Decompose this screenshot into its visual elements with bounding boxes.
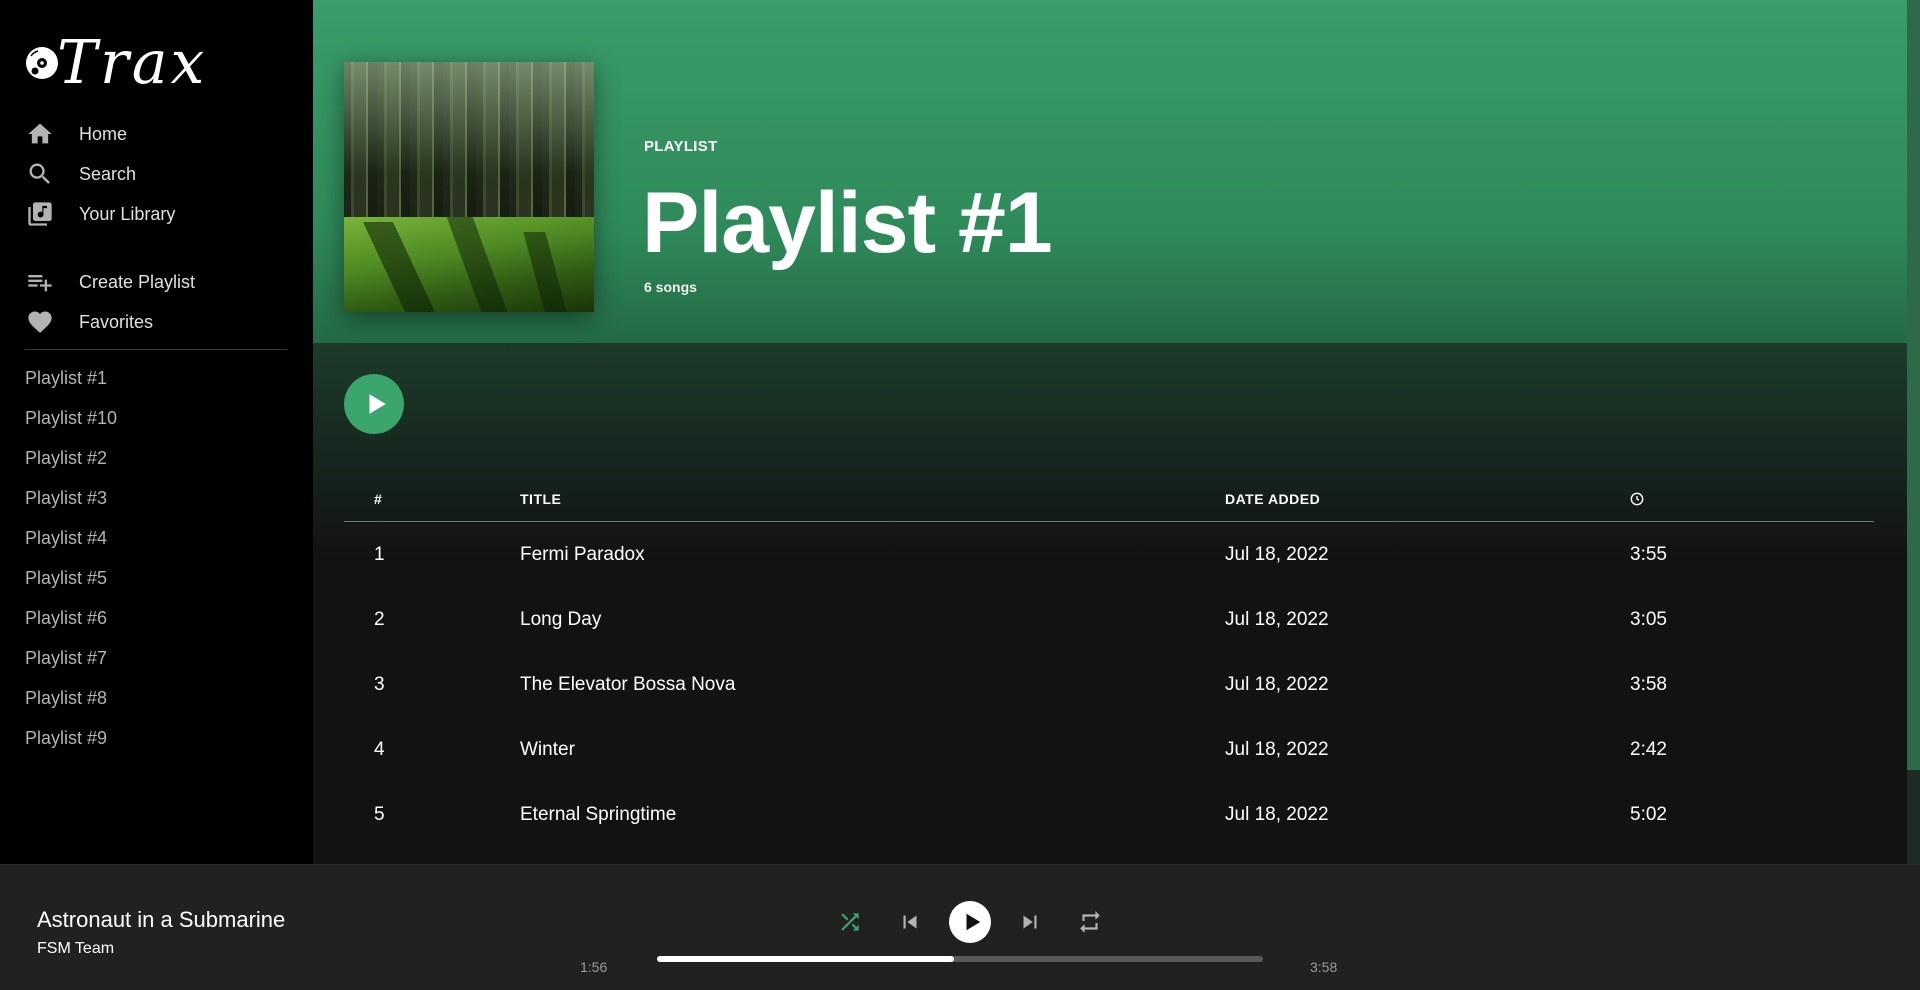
column-header-number: # xyxy=(374,490,383,507)
skip-previous-icon xyxy=(903,915,917,929)
track-number: 2 xyxy=(374,608,385,630)
track-title: Winter xyxy=(520,738,575,760)
heart-icon xyxy=(25,307,55,337)
page-title: Playlist #1 xyxy=(642,175,1053,271)
home-icon xyxy=(25,119,55,149)
shuffle-icon xyxy=(841,913,859,931)
play-pause-button[interactable] xyxy=(949,901,991,943)
previous-button[interactable] xyxy=(880,901,940,943)
track-date-added: Jul 18, 2022 xyxy=(1225,543,1329,565)
shuffle-button[interactable] xyxy=(820,901,880,943)
sidebar-item-label: Home xyxy=(79,123,128,144)
track-duration: 2:42 xyxy=(1630,738,1667,760)
scrollbar-thumb[interactable] xyxy=(1907,0,1920,770)
track-number: 4 xyxy=(374,738,385,760)
sidebar-item-library[interactable]: Your Library xyxy=(25,194,287,234)
playlist-type-label: PLAYLIST xyxy=(644,138,718,155)
main-content: PLAYLIST Playlist #1 6 songs # TITLE DAT… xyxy=(313,0,1907,864)
sidebar-playlist-item[interactable]: Playlist #5 xyxy=(25,558,287,598)
library-icon xyxy=(25,199,55,229)
track-number: 1 xyxy=(374,543,385,565)
sidebar-item-label: Search xyxy=(79,163,137,184)
sidebar-playlist-item[interactable]: Playlist #3 xyxy=(25,478,287,518)
playlist-add-icon xyxy=(25,267,55,297)
track-date-added: Jul 18, 2022 xyxy=(1225,673,1329,695)
track-title: The Elevator Bossa Nova xyxy=(520,673,736,695)
column-header-title: TITLE xyxy=(520,490,562,507)
track-title: Eternal Springtime xyxy=(520,803,677,825)
sidebar-divider xyxy=(25,349,287,350)
progress-bar[interactable] xyxy=(657,956,1263,962)
search-icon xyxy=(25,159,55,189)
table-header: # TITLE DATE ADDED xyxy=(344,476,1874,522)
sidebar-playlist-item[interactable]: Playlist #4 xyxy=(25,518,287,558)
table-row[interactable]: 4 Winter Jul 18, 2022 2:42 xyxy=(344,717,1874,782)
sidebar-playlist-item[interactable]: Playlist #8 xyxy=(25,678,287,718)
sidebar-playlist-item[interactable]: Playlist #9 xyxy=(25,718,287,758)
next-button[interactable] xyxy=(1000,901,1060,943)
total-time: 3:58 xyxy=(1310,959,1338,975)
track-duration: 3:55 xyxy=(1630,543,1667,565)
songs-table: # TITLE DATE ADDED 1 Fermi Paradox Jul 1… xyxy=(344,476,1874,847)
sidebar-playlist-item[interactable]: Playlist #6 xyxy=(25,598,287,638)
sidebar-item-label: Your Library xyxy=(79,203,176,224)
track-duration: 3:58 xyxy=(1630,673,1667,695)
track-date-added: Jul 18, 2022 xyxy=(1225,738,1329,760)
track-title: Long Day xyxy=(520,608,602,630)
player-bar: Astronaut in a Submarine FSM Team 1:56 3… xyxy=(0,864,1920,990)
table-row[interactable]: 1 Fermi Paradox Jul 18, 2022 3:55 xyxy=(344,522,1874,587)
track-title: Fermi Paradox xyxy=(520,543,645,565)
sidebar-playlist-item[interactable]: Playlist #7 xyxy=(25,638,287,678)
table-row[interactable]: 5 Eternal Springtime Jul 18, 2022 5:02 xyxy=(344,782,1874,847)
now-playing-title: Astronaut in a Submarine xyxy=(37,907,286,932)
vinyl-record-icon xyxy=(26,47,58,79)
sidebar-item-search[interactable]: Search xyxy=(25,154,287,194)
track-duration: 5:02 xyxy=(1630,803,1667,825)
play-icon xyxy=(966,913,980,931)
track-date-added: Jul 18, 2022 xyxy=(1225,608,1329,630)
sidebar-playlist-list: Playlist #1 Playlist #10 Playlist #2 Pla… xyxy=(25,358,287,758)
create-playlist-button[interactable]: Create Playlist xyxy=(25,262,287,302)
skip-next-icon xyxy=(1023,915,1037,929)
track-duration: 3:05 xyxy=(1630,608,1667,630)
track-number: 3 xyxy=(374,673,385,695)
track-number: 5 xyxy=(374,803,385,825)
clock-icon xyxy=(1630,492,1644,505)
repeat-button[interactable] xyxy=(1060,901,1120,943)
now-playing-artist: FSM Team xyxy=(37,940,115,957)
repeat-icon xyxy=(1080,911,1100,933)
app-logo-text: Trax xyxy=(57,28,208,98)
sidebar-playlist-item[interactable]: Playlist #10 xyxy=(25,398,287,438)
play-icon xyxy=(369,394,386,414)
progress-fill xyxy=(657,956,954,962)
playlist-cover-image xyxy=(344,62,594,312)
sidebar-playlist-item[interactable]: Playlist #1 xyxy=(25,358,287,398)
playback-controls xyxy=(820,901,1120,943)
table-row[interactable]: 3 The Elevator Bossa Nova Jul 18, 2022 3… xyxy=(344,652,1874,717)
sidebar-nav: Home Search Your Library Create Playlist… xyxy=(25,114,287,342)
column-header-date: DATE ADDED xyxy=(1225,490,1321,507)
table-row[interactable]: 2 Long Day Jul 18, 2022 3:05 xyxy=(344,587,1874,652)
sidebar-item-label: Favorites xyxy=(79,311,154,332)
column-header-duration xyxy=(1630,492,1874,506)
app-logo[interactable]: Trax xyxy=(25,28,207,98)
track-date-added: Jul 18, 2022 xyxy=(1225,803,1329,825)
playlist-header: PLAYLIST Playlist #1 6 songs xyxy=(313,0,1907,343)
main-scrollbar[interactable] xyxy=(1907,0,1920,864)
sidebar: Trax Home Search Your Library Create Pla… xyxy=(0,0,313,864)
sidebar-item-home[interactable]: Home xyxy=(25,114,287,154)
sidebar-item-label: Create Playlist xyxy=(79,271,196,292)
song-count: 6 songs xyxy=(644,279,697,295)
play-playlist-button[interactable] xyxy=(344,374,404,434)
favorites-button[interactable]: Favorites xyxy=(25,302,287,342)
current-time: 1:56 xyxy=(580,959,608,975)
sidebar-playlist-item[interactable]: Playlist #2 xyxy=(25,438,287,478)
